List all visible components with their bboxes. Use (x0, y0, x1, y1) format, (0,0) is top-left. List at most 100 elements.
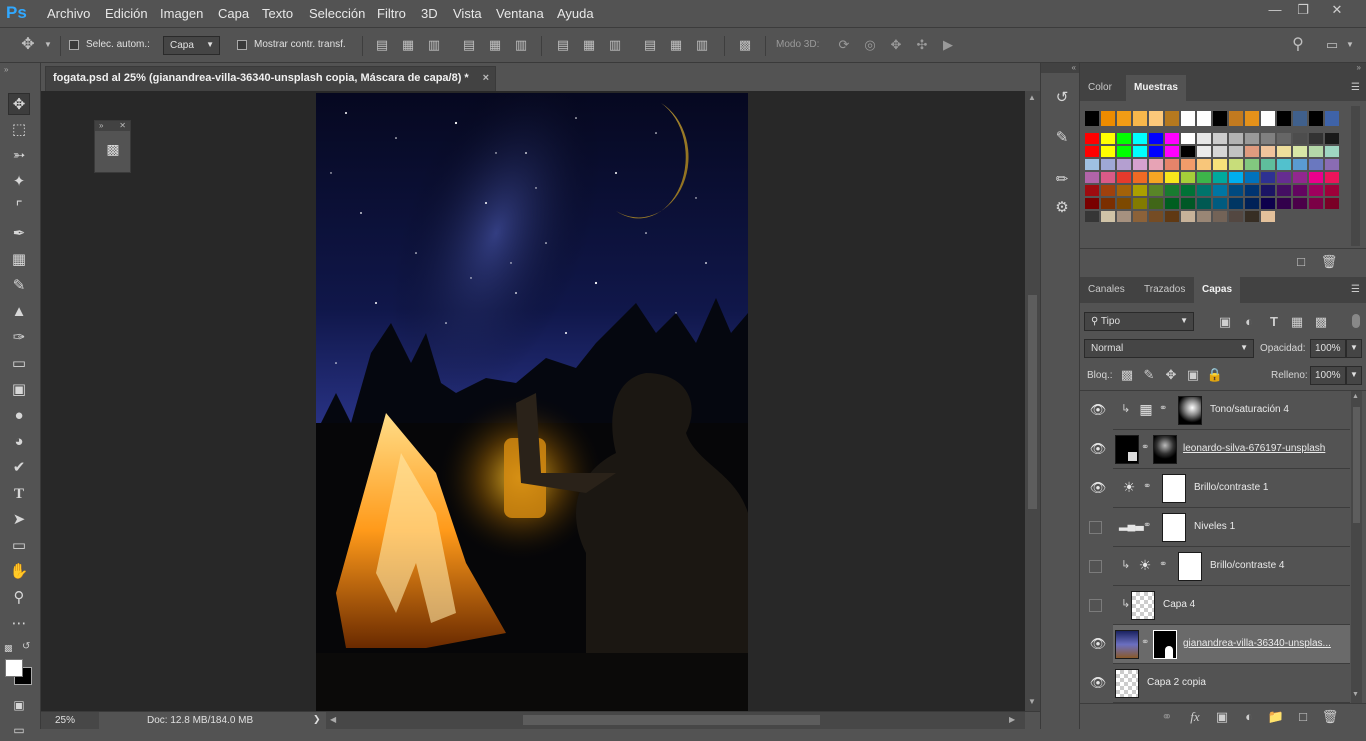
color-swatch[interactable] (1245, 198, 1259, 209)
layer-name[interactable]: Tono/saturación 4 (1210, 404, 1289, 415)
scroll-left-icon[interactable]: ◀ (330, 715, 336, 724)
scale-3d-icon[interactable]: ▶ (940, 37, 956, 53)
color-swatch[interactable] (1197, 159, 1211, 170)
horizontal-scroll-thumb[interactable] (523, 715, 820, 725)
canvas-area[interactable]: » ✕ ▩ (41, 91, 1025, 711)
color-swatch[interactable] (1181, 185, 1195, 196)
color-swatch[interactable] (1293, 159, 1307, 170)
delete-swatch-icon[interactable]: 🗑 (1320, 254, 1338, 270)
distribute-bottom-icon[interactable]: ▥ (607, 37, 623, 53)
color-swatch[interactable] (1149, 133, 1163, 144)
swatches-scrollbar[interactable] (1351, 106, 1360, 246)
color-swatch[interactable] (1165, 185, 1179, 196)
show-transform-checkbox[interactable] (237, 40, 247, 50)
color-swatch[interactable] (1117, 146, 1131, 157)
status-menu-arrow[interactable]: ❯ (313, 714, 321, 725)
color-swatch[interactable] (1165, 172, 1179, 183)
align-top-icon[interactable]: ▤ (374, 37, 390, 53)
layer-row[interactable]: ↳ ☀ ⚭ Brillo/contraste 4 (1089, 547, 1350, 586)
menu-3d[interactable]: 3D (421, 6, 438, 21)
vertical-scroll-thumb[interactable] (1028, 295, 1037, 509)
layers-scroll-down-icon[interactable]: ▼ (1352, 691, 1359, 698)
mini-panel-close-icon[interactable]: ✕ (119, 121, 126, 131)
color-swatch[interactable] (1133, 146, 1147, 157)
color-swatch[interactable] (1293, 185, 1307, 196)
color-swatch[interactable] (1117, 198, 1131, 209)
tab-color[interactable]: Color (1080, 75, 1120, 101)
layer-thumbnail[interactable] (1115, 669, 1139, 698)
menu-texto[interactable]: Texto (262, 6, 293, 21)
color-swatch[interactable] (1293, 133, 1307, 144)
color-swatch[interactable] (1261, 211, 1275, 222)
lasso-tool-icon[interactable]: ➳ (8, 145, 30, 167)
brush-tool-icon[interactable]: ✎ (8, 275, 30, 297)
color-swatch[interactable] (1261, 146, 1275, 157)
color-swatch[interactable] (1181, 211, 1195, 222)
screen-mode-icon[interactable]: ▭ (8, 719, 30, 741)
path-selection-tool-icon[interactable]: ➤ (8, 509, 30, 531)
properties-panel-icon[interactable]: ▩ (104, 141, 122, 159)
color-swatch[interactable] (1325, 111, 1339, 126)
brush-settings-icon[interactable]: ⚙ (1051, 197, 1073, 219)
color-swatch[interactable] (1277, 172, 1291, 183)
delete-layer-icon[interactable]: 🗑 (1321, 709, 1339, 725)
stamp-tool-icon[interactable]: ▲ (8, 301, 30, 323)
layers-scroll-thumb[interactable] (1353, 407, 1360, 523)
color-swatch[interactable] (1197, 211, 1211, 222)
menu-filtro[interactable]: Filtro (377, 6, 406, 21)
filter-shape-icon[interactable]: ▦ (1288, 314, 1306, 330)
menu-seleccion[interactable]: Selección (309, 6, 365, 21)
layer-filter-dropdown[interactable]: ⚲ Tipo ▼ (1084, 312, 1194, 331)
quick-mask-icon[interactable]: ▣ (8, 694, 30, 716)
link-icon[interactable]: ⚭ (1159, 559, 1167, 570)
strip-expand-icon[interactable]: « (1041, 63, 1079, 73)
swap-colors-icon[interactable]: ↺ (22, 641, 30, 652)
color-swatch[interactable] (1213, 198, 1227, 209)
color-swatch[interactable] (1149, 185, 1163, 196)
layer-mask-thumbnail[interactable] (1162, 474, 1186, 503)
color-swatch[interactable] (1277, 111, 1291, 126)
color-swatch[interactable] (1309, 185, 1323, 196)
color-swatch[interactable] (1133, 198, 1147, 209)
type-tool-icon[interactable]: T (8, 483, 30, 505)
color-swatch[interactable] (1117, 111, 1131, 126)
color-swatch[interactable] (1165, 146, 1179, 157)
minimize-icon[interactable]: — (1264, 2, 1286, 20)
color-swatch[interactable] (1133, 211, 1147, 222)
new-layer-icon[interactable]: □ (1294, 709, 1312, 725)
color-swatch[interactable] (1165, 211, 1179, 222)
color-swatch[interactable] (1101, 133, 1115, 144)
close-window-icon[interactable]: ✕ (1326, 2, 1348, 20)
color-swatch[interactable] (1245, 111, 1259, 126)
color-swatch[interactable] (1101, 111, 1115, 126)
move-tool-icon[interactable]: ✥ (8, 93, 30, 115)
lock-position-icon[interactable]: ✥ (1162, 367, 1180, 383)
menu-capa[interactable]: Capa (218, 6, 249, 21)
color-swatch[interactable] (1165, 159, 1179, 170)
color-swatch[interactable] (1245, 159, 1259, 170)
layer-mask-thumbnail[interactable] (1178, 396, 1202, 425)
color-swatch[interactable] (1101, 159, 1115, 170)
menu-edicion[interactable]: Edición (105, 6, 148, 21)
layer-name[interactable]: Brillo/contraste 4 (1210, 560, 1284, 571)
dock-collapse-icon[interactable]: » (1357, 63, 1361, 72)
layer-mask-thumbnail[interactable] (1153, 435, 1177, 464)
tab-capas[interactable]: Capas (1194, 277, 1241, 303)
color-swatch[interactable] (1165, 198, 1179, 209)
workspace-icon[interactable]: ▭ (1324, 37, 1340, 53)
layer-thumbnail[interactable] (1131, 591, 1155, 620)
color-swatch[interactable] (1245, 146, 1259, 157)
color-swatch[interactable] (1277, 133, 1291, 144)
color-swatch[interactable] (1149, 159, 1163, 170)
pen-tool-icon[interactable]: ✔ (8, 457, 30, 479)
color-swatch[interactable] (1085, 185, 1099, 196)
align-vcenter-icon[interactable]: ▦ (400, 37, 416, 53)
auto-select-dropdown[interactable]: Capa ▼ (163, 36, 220, 55)
layer-name[interactable]: gianandrea-villa-36340-unsplas... (1183, 638, 1331, 649)
color-swatch[interactable] (1149, 172, 1163, 183)
default-colors-icon[interactable]: ▩ (4, 643, 13, 654)
color-swatch[interactable] (1101, 198, 1115, 209)
color-swatch[interactable] (1101, 185, 1115, 196)
color-swatch[interactable] (1293, 172, 1307, 183)
color-swatch[interactable] (1085, 159, 1099, 170)
